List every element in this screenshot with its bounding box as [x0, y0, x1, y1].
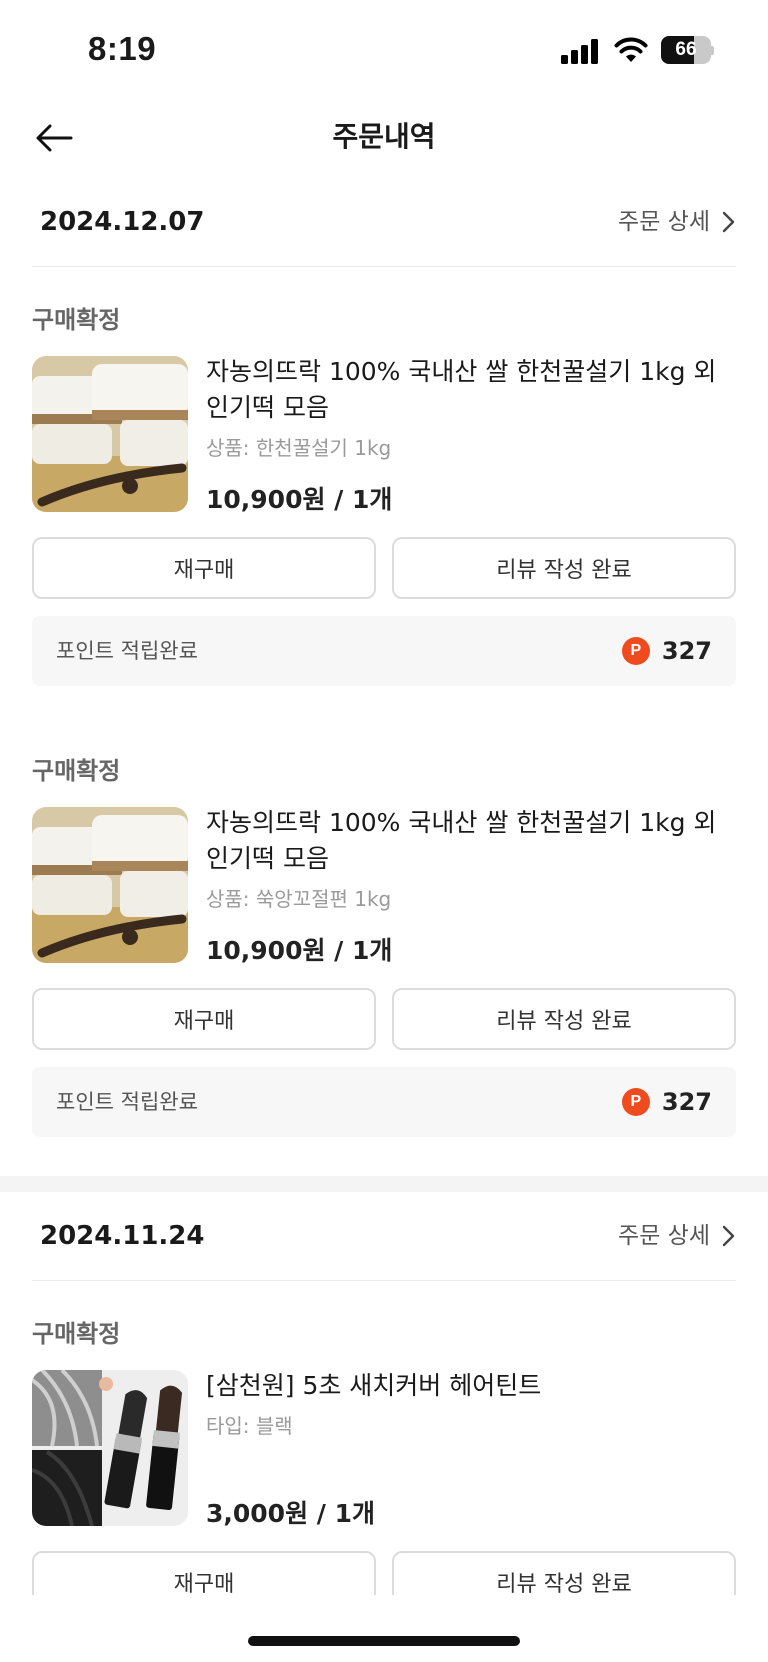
review-complete-button[interactable]: 리뷰 작성 완료 — [392, 537, 736, 599]
point-label: 포인트 적립완료 — [56, 639, 198, 663]
product-thumbnail[interactable] — [32, 1370, 188, 1526]
product-option: 타입: 블랙 — [206, 1414, 293, 1438]
point-icon: P — [621, 637, 650, 665]
product-name[interactable]: 자농의뜨락 100% 국내산 쌀 한천꿀설기 1kg 외 인기떡 모음 — [206, 354, 736, 426]
section-divider — [0, 1176, 768, 1192]
order-date: 2024.12.07 — [40, 207, 205, 237]
point-value: 327 — [661, 1088, 712, 1116]
order-date: 2024.11.24 — [40, 1221, 205, 1251]
product-price: 10,900원 / 1개 — [206, 485, 393, 514]
point-status: 포인트 적립완료 P 327 — [32, 1067, 736, 1137]
rebuy-button[interactable]: 재구매 — [32, 537, 376, 599]
order-detail-label: 주문 상세 — [618, 1223, 710, 1249]
product-thumbnail[interactable] — [32, 807, 188, 963]
order-header: 2024.11.24 주문 상세 — [32, 1201, 736, 1271]
point-label: 포인트 적립완료 — [56, 1090, 198, 1114]
order-header: 2024.12.07 주문 상세 — [32, 187, 736, 257]
home-indicator[interactable] — [248, 1636, 520, 1646]
product-name[interactable]: 자농의뜨락 100% 국내산 쌀 한천꿀설기 1kg 외 인기떡 모음 — [206, 805, 736, 877]
chevron-right-icon — [722, 1225, 735, 1247]
item-status: 구매확정 — [32, 1320, 121, 1348]
product-name[interactable]: [삼천원] 5초 새치커버 헤어틴트 — [206, 1368, 736, 1404]
order-detail-link[interactable]: 주문 상세 — [618, 1201, 736, 1271]
divider — [32, 1280, 736, 1281]
product-option: 상품: 한천꿀설기 1kg — [206, 436, 392, 460]
item-status: 구매확정 — [32, 306, 121, 334]
order-list[interactable]: 2024.12.07 주문 상세 구매확정 자농의뜨락 100% 국내산 쌀 한… — [0, 0, 768, 1595]
order-detail-label: 주문 상세 — [618, 209, 710, 235]
product-price: 10,900원 / 1개 — [206, 936, 393, 965]
rebuy-button[interactable]: 재구매 — [32, 988, 376, 1050]
product-price: 3,000원 / 1개 — [206, 1499, 376, 1528]
rebuy-button[interactable]: 재구매 — [32, 1551, 376, 1595]
point-value: 327 — [661, 637, 712, 665]
review-complete-button[interactable]: 리뷰 작성 완료 — [392, 1551, 736, 1595]
point-status: 포인트 적립완료 P 327 — [32, 616, 736, 686]
order-detail-link[interactable]: 주문 상세 — [618, 187, 736, 257]
item-status: 구매확정 — [32, 757, 121, 785]
point-icon: P — [621, 1088, 650, 1116]
chevron-right-icon — [722, 211, 735, 233]
review-complete-button[interactable]: 리뷰 작성 완료 — [392, 988, 736, 1050]
product-thumbnail[interactable] — [32, 356, 188, 512]
product-option: 상품: 쑥앙꼬절편 1kg — [206, 887, 392, 911]
divider — [32, 266, 736, 267]
